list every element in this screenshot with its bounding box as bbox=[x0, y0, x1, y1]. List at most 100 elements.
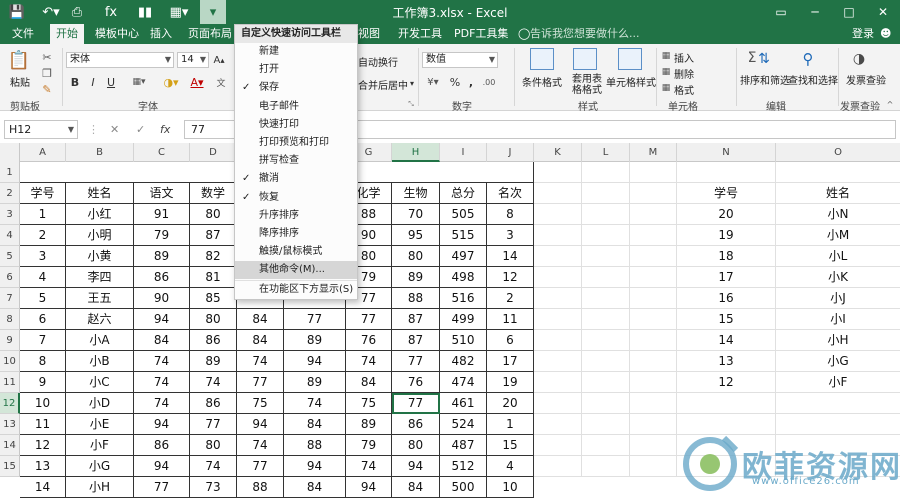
cell-b7[interactable]: 王五 bbox=[66, 288, 134, 309]
save-icon[interactable]: 💾 bbox=[4, 0, 30, 24]
cell-l14[interactable] bbox=[582, 435, 630, 456]
percent-button[interactable]: % bbox=[448, 74, 462, 90]
menu-item-8[interactable]: ✓ 恢复 bbox=[235, 189, 357, 207]
cancel-formula-button[interactable]: ✕ bbox=[110, 120, 119, 139]
cell-b2[interactable]: 姓名 bbox=[66, 183, 134, 204]
invoice-check-button[interactable]: 发票查验 bbox=[846, 72, 886, 87]
cell-l8[interactable] bbox=[582, 309, 630, 330]
cell-f10[interactable]: 94 bbox=[284, 351, 346, 372]
cell-i13[interactable]: 524 bbox=[440, 414, 487, 435]
menu-item-7[interactable]: ✓ 撤消 bbox=[235, 170, 357, 188]
cell-h8[interactable]: 87 bbox=[392, 309, 440, 330]
cell-m11[interactable] bbox=[630, 372, 677, 393]
cell-b8[interactable]: 赵六 bbox=[66, 309, 134, 330]
cell-a7[interactable]: 5 bbox=[20, 288, 66, 309]
cell-m5[interactable] bbox=[630, 246, 677, 267]
menu-item-3[interactable]: 电子邮件 bbox=[235, 98, 357, 116]
cell-a15[interactable]: 13 bbox=[20, 456, 66, 477]
menu-item-1[interactable]: 打开 bbox=[235, 61, 357, 79]
tell-me-search[interactable]: 告诉我您想要做什么... bbox=[530, 24, 640, 44]
insert-function-button[interactable]: fx bbox=[160, 120, 170, 139]
table-format-button[interactable]: 套用表格格式 bbox=[572, 74, 602, 96]
cell-l9[interactable] bbox=[582, 330, 630, 351]
invoice-check-icon[interactable]: ◑ bbox=[848, 48, 870, 70]
cell-f15[interactable]: 94 bbox=[284, 456, 346, 477]
cell-l15[interactable] bbox=[582, 456, 630, 477]
cell-l6[interactable] bbox=[582, 267, 630, 288]
cell-k15[interactable] bbox=[534, 456, 582, 477]
cell-j6[interactable]: 12 bbox=[487, 267, 534, 288]
cell-n6[interactable]: 17 bbox=[677, 267, 776, 288]
cell-n12[interactable] bbox=[677, 393, 776, 414]
cell-k7[interactable] bbox=[534, 288, 582, 309]
cell-n8[interactable]: 15 bbox=[677, 309, 776, 330]
cell-k9[interactable] bbox=[534, 330, 582, 351]
insert-function-button[interactable]: fx bbox=[98, 0, 124, 24]
cell-m14[interactable] bbox=[630, 435, 677, 456]
cell-a9[interactable]: 7 bbox=[20, 330, 66, 351]
cell-n10[interactable]: 13 bbox=[677, 351, 776, 372]
cell-o2[interactable]: 姓名 bbox=[776, 183, 900, 204]
cell-k6[interactable] bbox=[534, 267, 582, 288]
share-icon[interactable]: ☻ bbox=[880, 28, 892, 40]
cell-h3[interactable]: 70 bbox=[392, 204, 440, 225]
row-header-6[interactable]: 6 bbox=[0, 267, 20, 288]
cell-i8[interactable]: 499 bbox=[440, 309, 487, 330]
cell-j9[interactable]: 6 bbox=[487, 330, 534, 351]
cell-d8[interactable]: 80 bbox=[190, 309, 237, 330]
cell-style-button[interactable]: 单元格样式 bbox=[606, 74, 656, 89]
cell-c9[interactable]: 84 bbox=[134, 330, 190, 351]
cell-g16[interactable]: 94 bbox=[346, 477, 392, 498]
cell-d5[interactable]: 82 bbox=[190, 246, 237, 267]
paste-icon[interactable]: 📋 bbox=[8, 48, 30, 72]
menu-item-10[interactable]: 降序排序 bbox=[235, 225, 357, 243]
cell-d7[interactable]: 85 bbox=[190, 288, 237, 309]
menu-item-2[interactable]: ✓ 保存 bbox=[235, 79, 357, 97]
conditional-format-button[interactable]: 条件格式 bbox=[522, 74, 562, 89]
cell-i5[interactable]: 497 bbox=[440, 246, 487, 267]
cell-g15[interactable]: 74 bbox=[346, 456, 392, 477]
cell-m15[interactable] bbox=[630, 456, 677, 477]
cell-a4[interactable]: 2 bbox=[20, 225, 66, 246]
cell-g12[interactable]: 75 bbox=[346, 393, 392, 414]
cell-k2[interactable] bbox=[534, 183, 582, 204]
cell-i9[interactable]: 510 bbox=[440, 330, 487, 351]
minimize-button[interactable]: ─ bbox=[798, 0, 832, 24]
format-cells-button[interactable]: 格式 bbox=[674, 82, 694, 97]
row-header-11[interactable]: 11 bbox=[0, 372, 20, 393]
menu-item-4[interactable]: 快速打印 bbox=[235, 116, 357, 134]
cell-j7[interactable]: 2 bbox=[487, 288, 534, 309]
cell-a5[interactable]: 3 bbox=[20, 246, 66, 267]
tab-page-layout[interactable]: 页面布局 bbox=[188, 24, 232, 44]
cell-c11[interactable]: 74 bbox=[134, 372, 190, 393]
cell-c7[interactable]: 90 bbox=[134, 288, 190, 309]
cell-h9[interactable]: 87 bbox=[392, 330, 440, 351]
currency-icon[interactable]: ¥▾ bbox=[422, 74, 444, 90]
cell-o9[interactable]: 小H bbox=[776, 330, 900, 351]
cell-b13[interactable]: 小E bbox=[66, 414, 134, 435]
format-painter-icon[interactable]: ✎ bbox=[40, 82, 54, 96]
cell-d16[interactable]: 73 bbox=[190, 477, 237, 498]
cell-m3[interactable] bbox=[630, 204, 677, 225]
phonetic-icon[interactable]: 文 bbox=[214, 74, 228, 90]
cell-k5[interactable] bbox=[534, 246, 582, 267]
paste-label[interactable]: 粘贴 bbox=[10, 74, 30, 89]
cell-i4[interactable]: 515 bbox=[440, 225, 487, 246]
close-button[interactable]: ✕ bbox=[866, 0, 900, 24]
cell-b16[interactable]: 小H bbox=[66, 477, 134, 498]
cell-a3[interactable]: 1 bbox=[20, 204, 66, 225]
row-header-9[interactable]: 9 bbox=[0, 330, 20, 351]
cell-o4[interactable]: 小M bbox=[776, 225, 900, 246]
cell-g14[interactable]: 79 bbox=[346, 435, 392, 456]
cell-a8[interactable]: 6 bbox=[20, 309, 66, 330]
cell-m7[interactable] bbox=[630, 288, 677, 309]
cell-j12[interactable]: 20 bbox=[487, 393, 534, 414]
cell-h10[interactable]: 77 bbox=[392, 351, 440, 372]
column-header-k[interactable]: K bbox=[534, 143, 582, 162]
cell-i6[interactable]: 498 bbox=[440, 267, 487, 288]
cell-n9[interactable]: 14 bbox=[677, 330, 776, 351]
cell-b11[interactable]: 小C bbox=[66, 372, 134, 393]
cell-j16[interactable]: 10 bbox=[487, 477, 534, 498]
delete-cells-icon[interactable]: ▦ bbox=[660, 66, 672, 78]
menu-item-11[interactable]: 触摸/鼠标模式 bbox=[235, 243, 357, 261]
